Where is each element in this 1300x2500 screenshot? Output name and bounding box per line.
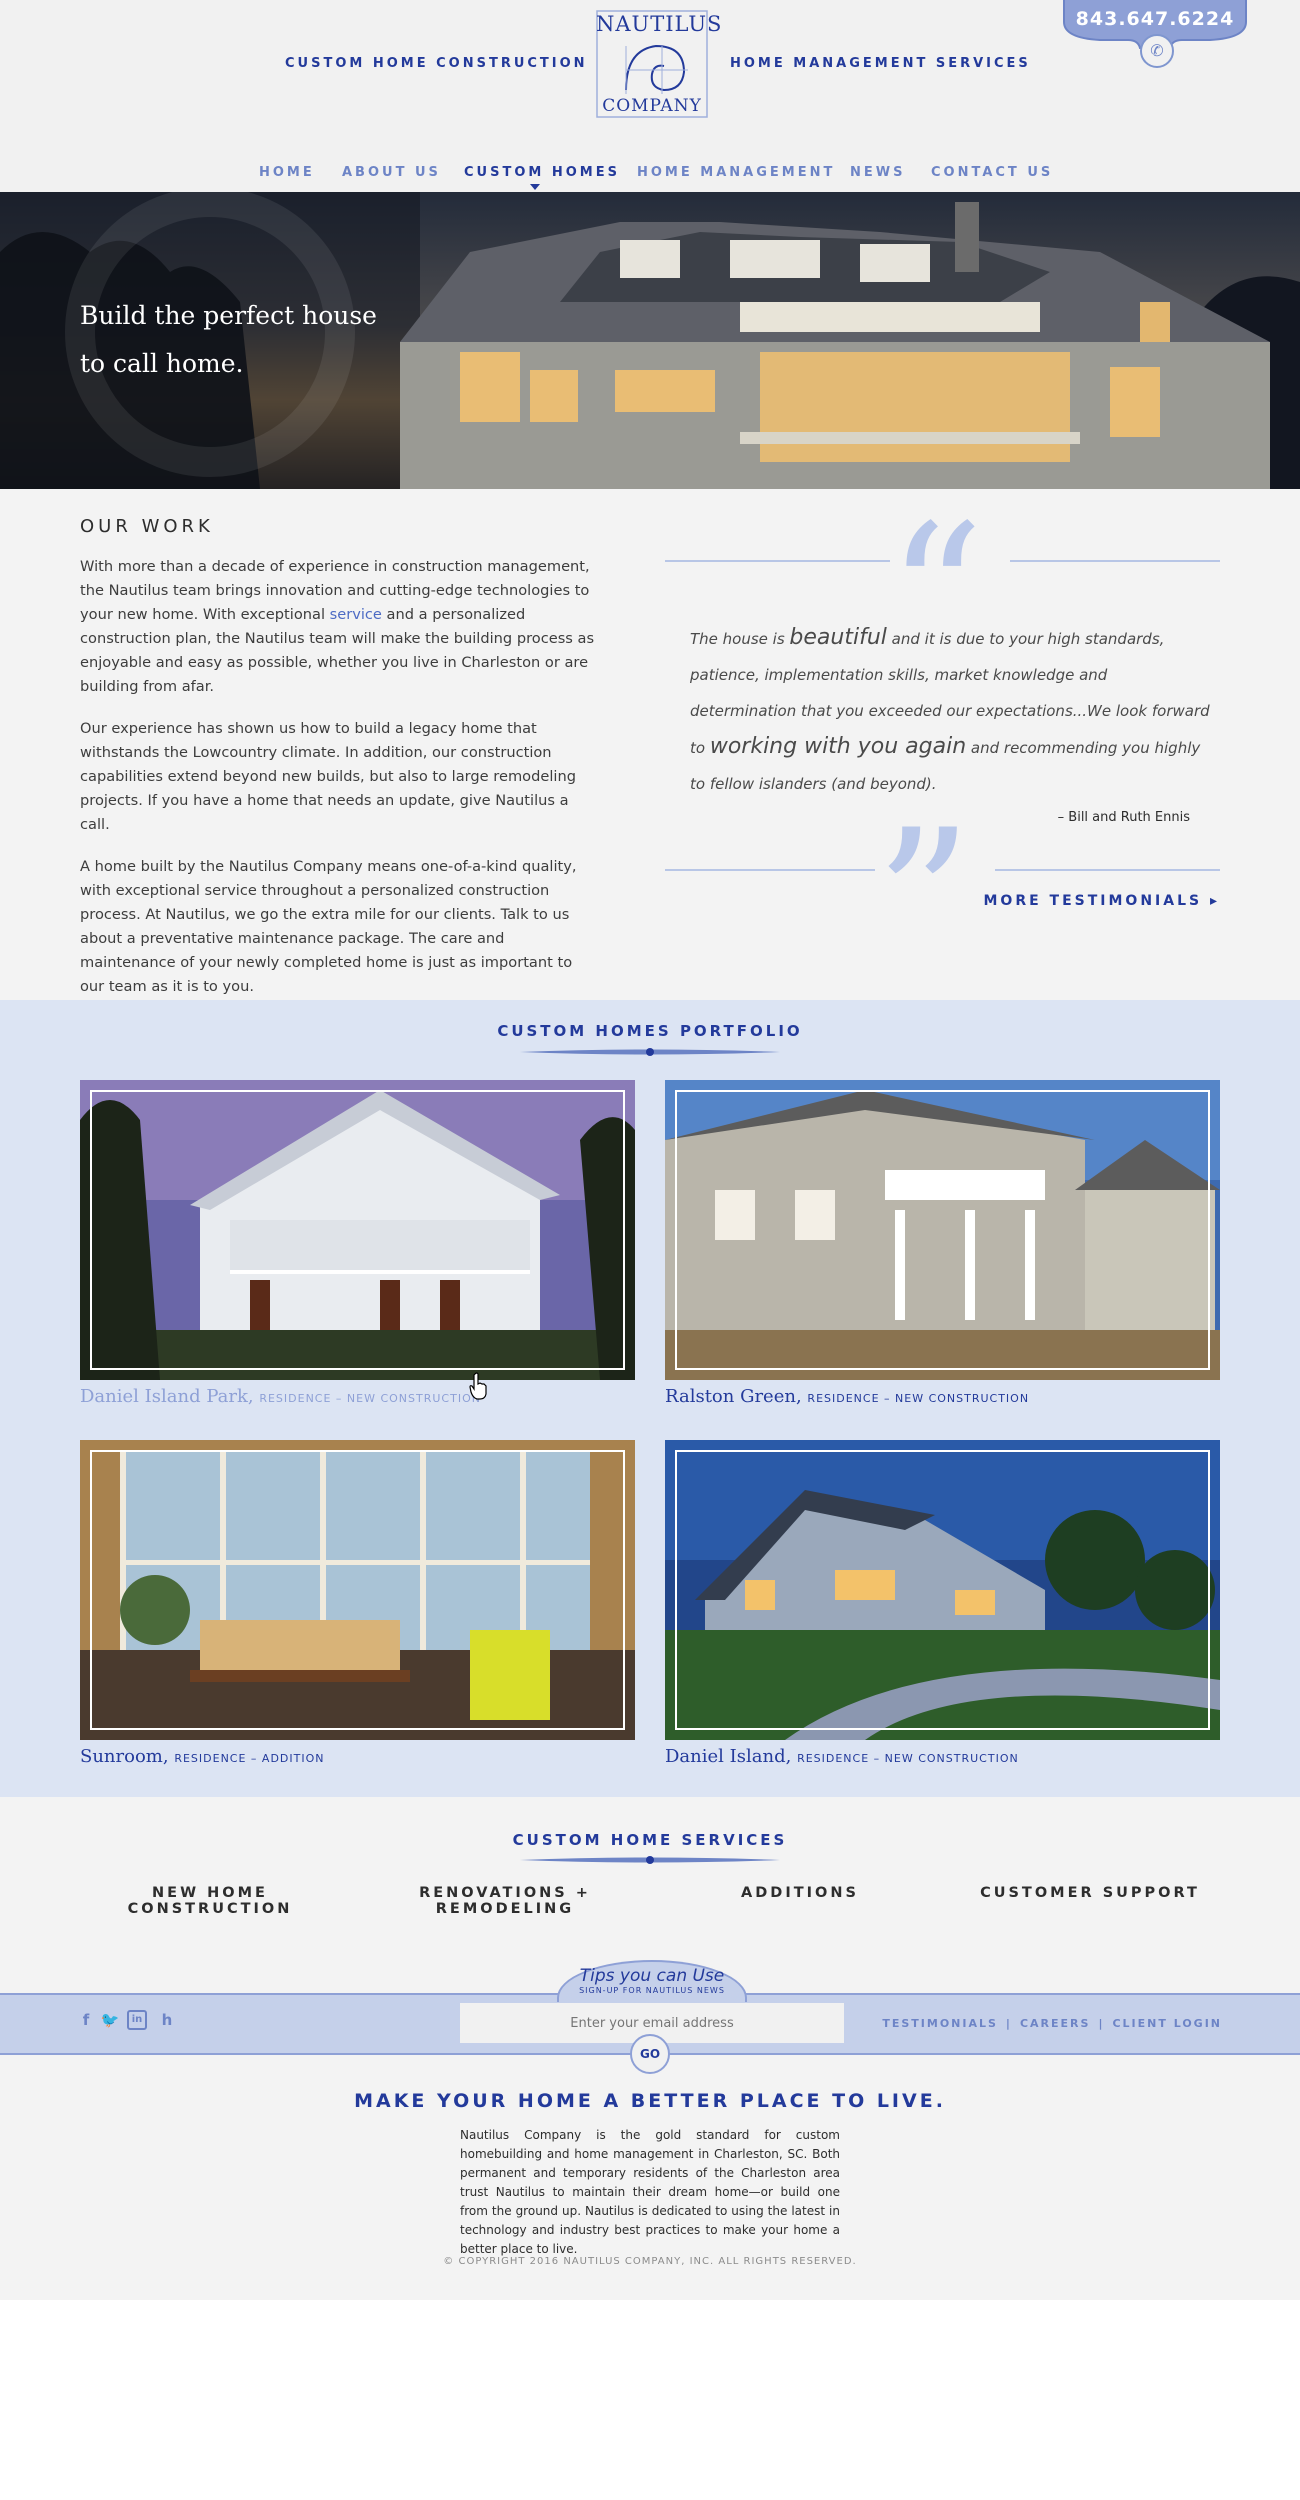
newsletter-go-button[interactable]: GO bbox=[630, 2034, 670, 2074]
more-testimonials-link[interactable]: MORE TESTIMONIALS ▸ bbox=[983, 893, 1220, 909]
footer-link-client-login[interactable]: CLIENT LOGIN bbox=[1112, 2017, 1222, 2030]
nav-contact-us[interactable]: CONTACT US bbox=[931, 165, 1053, 180]
testimonial-emphasis-1: beautiful bbox=[789, 625, 887, 650]
page: CUSTOM HOME CONSTRUCTION NAUTILUS COMPAN… bbox=[0, 0, 1300, 2300]
facebook-icon[interactable]: f bbox=[76, 2010, 96, 2030]
portfolio-subtitle: RESIDENCE – NEW CONSTRUCTION bbox=[807, 1392, 1030, 1405]
portfolio-photo[interactable] bbox=[665, 1080, 1220, 1380]
logo-text-top: NAUTILUS bbox=[596, 12, 723, 36]
service-renovations-line-2: REMODELING bbox=[435, 1901, 575, 1917]
footer-about-text: Nautilus Company is the gold standard fo… bbox=[460, 2128, 840, 2256]
footer-links: TESTIMONIALS | CAREERS | CLIENT LOGIN bbox=[882, 2017, 1222, 2030]
portfolio-photo[interactable] bbox=[80, 1080, 635, 1380]
hero-line-1: Build the perfect house bbox=[80, 301, 377, 330]
portfolio-subtitle: RESIDENCE – NEW CONSTRUCTION bbox=[797, 1752, 1019, 1765]
copyright: © COPYRIGHT 2016 NAUTILUS COMPANY, INC. … bbox=[443, 2256, 857, 2267]
active-nav-caret bbox=[530, 184, 540, 190]
quote-rule-top-left bbox=[665, 560, 890, 562]
footer-tagline: MAKE YOUR HOME A BETTER PLACE TO LIVE. bbox=[354, 2090, 946, 2112]
testimonial-author: – Bill and Ruth Ennis bbox=[1057, 810, 1190, 825]
photo-frame bbox=[675, 1450, 1210, 1730]
nav-home[interactable]: HOME bbox=[259, 165, 315, 180]
quote-rule-bottom-right bbox=[995, 869, 1220, 871]
houzz-icon[interactable]: h bbox=[157, 2010, 177, 2030]
link-separator: | bbox=[1098, 2017, 1105, 2030]
phone-badge[interactable]: 843.647.6224 ✆ bbox=[1060, 0, 1250, 68]
service-renovations-line-1: RENOVATIONS + bbox=[419, 1885, 591, 1901]
phone-number[interactable]: 843.647.6224 bbox=[1060, 8, 1250, 30]
portfolio-subtitle: RESIDENCE – ADDITION bbox=[174, 1752, 325, 1765]
testimonial-part-1: The house is bbox=[690, 630, 790, 648]
nav-about-us[interactable]: ABOUT US bbox=[342, 165, 441, 180]
portfolio-card[interactable]: Ralston Green, RESIDENCE – NEW CONSTRUCT… bbox=[665, 1080, 1220, 1407]
portfolio-caption: Daniel Island Park, RESIDENCE – NEW CONS… bbox=[80, 1386, 635, 1407]
our-work-title: OUR WORK bbox=[80, 516, 214, 537]
portfolio-caption: Sunroom, RESIDENCE – ADDITION bbox=[80, 1746, 635, 1767]
portfolio-subtitle: RESIDENCE – NEW CONSTRUCTION bbox=[259, 1392, 481, 1405]
chevron-right-icon: ▸ bbox=[1209, 893, 1220, 909]
hero-headline: Build the perfect house to call home. bbox=[80, 292, 377, 388]
service-customer-support[interactable]: CUSTOMER SUPPORT bbox=[965, 1885, 1215, 1901]
portfolio-divider bbox=[520, 1048, 780, 1056]
photo-frame bbox=[90, 1450, 625, 1730]
our-work-paragraph-3: A home built by the Nautilus Company mea… bbox=[80, 858, 577, 995]
home-management-services-link[interactable]: HOME MANAGEMENT SERVICES bbox=[730, 56, 1031, 71]
footer-link-testimonials[interactable]: TESTIMONIALS bbox=[882, 2017, 998, 2030]
photo-frame bbox=[675, 1090, 1210, 1370]
custom-home-construction-link[interactable]: CUSTOM HOME CONSTRUCTION bbox=[285, 56, 588, 71]
close-quote-icon: ” bbox=[875, 789, 973, 1010]
tips-tab: Tips you can Use SIGN-UP FOR NAUTILUS NE… bbox=[557, 1960, 747, 2002]
hand-cursor-icon bbox=[469, 1372, 487, 1400]
site-header: CUSTOM HOME CONSTRUCTION NAUTILUS COMPAN… bbox=[0, 0, 1300, 192]
quote-rule-top-right bbox=[1010, 560, 1220, 562]
logo-text-bottom: COMPANY bbox=[602, 96, 702, 116]
service-link[interactable]: service bbox=[330, 606, 382, 623]
nav-custom-homes[interactable]: CUSTOM HOMES bbox=[464, 165, 620, 180]
tips-subtitle: SIGN-UP FOR NAUTILUS NEWS bbox=[579, 1986, 725, 1995]
our-work-section: OUR WORK With more than a decade of expe… bbox=[80, 516, 600, 1017]
portfolio-photo[interactable] bbox=[665, 1440, 1220, 1740]
testimonial-emphasis-2: working with you again bbox=[709, 734, 967, 759]
portfolio-section: CUSTOM HOMES PORTFOLIO Daniel Island Par… bbox=[0, 1000, 1300, 1797]
hero-line-2: to call home. bbox=[80, 349, 244, 378]
photo-frame bbox=[90, 1090, 625, 1370]
portfolio-caption: Ralston Green, RESIDENCE – NEW CONSTRUCT… bbox=[665, 1386, 1220, 1407]
phone-icon[interactable]: ✆ bbox=[1140, 34, 1174, 68]
portfolio-title: CUSTOM HOMES PORTFOLIO bbox=[497, 1022, 803, 1040]
quote-rule-bottom-left bbox=[665, 869, 875, 871]
services-title: CUSTOM HOME SERVICES bbox=[512, 1831, 788, 1849]
nav-news[interactable]: NEWS bbox=[850, 165, 905, 180]
logo[interactable]: NAUTILUS COMPANY bbox=[596, 10, 723, 118]
portfolio-card[interactable]: Daniel Island Park, RESIDENCE – NEW CONS… bbox=[80, 1080, 635, 1407]
services-divider bbox=[520, 1856, 780, 1864]
portfolio-card[interactable]: Daniel Island, RESIDENCE – NEW CONSTRUCT… bbox=[665, 1440, 1220, 1767]
service-additions[interactable]: ADDITIONS bbox=[700, 1885, 900, 1901]
linkedin-icon[interactable]: in bbox=[127, 2010, 147, 2030]
hero-banner: Build the perfect house to call home. bbox=[0, 192, 1300, 489]
link-separator: | bbox=[1005, 2017, 1012, 2030]
portfolio-name: Ralston Green, bbox=[665, 1386, 802, 1407]
portfolio-caption: Daniel Island, RESIDENCE – NEW CONSTRUCT… bbox=[665, 1746, 1220, 1767]
more-testimonials-label: MORE TESTIMONIALS bbox=[983, 893, 1203, 909]
portfolio-name: Daniel Island Park, bbox=[80, 1386, 254, 1407]
tips-title: Tips you can Use bbox=[579, 1966, 725, 1986]
twitter-icon[interactable]: 🐦 bbox=[100, 2010, 120, 2030]
nav-home-management[interactable]: HOME MANAGEMENT bbox=[637, 165, 835, 180]
portfolio-card[interactable]: Sunroom, RESIDENCE – ADDITION bbox=[80, 1440, 635, 1767]
portfolio-name: Sunroom, bbox=[80, 1746, 169, 1767]
testimonial-text: The house is beautiful and it is due to … bbox=[690, 620, 1210, 802]
portfolio-name: Daniel Island, bbox=[665, 1746, 792, 1767]
our-work-paragraph-1: With more than a decade of experience in… bbox=[80, 555, 600, 699]
our-work-paragraph-2: Our experience has shown us how to build… bbox=[80, 720, 576, 833]
footer-link-careers[interactable]: CAREERS bbox=[1020, 2017, 1090, 2030]
service-renovations-remodeling[interactable]: RENOVATIONS + REMODELING bbox=[385, 1885, 625, 1917]
portfolio-photo[interactable] bbox=[80, 1440, 635, 1740]
testimonial-block: “ The house is beautiful and it is due t… bbox=[665, 500, 1220, 995]
service-new-home-construction[interactable]: NEW HOME CONSTRUCTION bbox=[80, 1885, 340, 1917]
